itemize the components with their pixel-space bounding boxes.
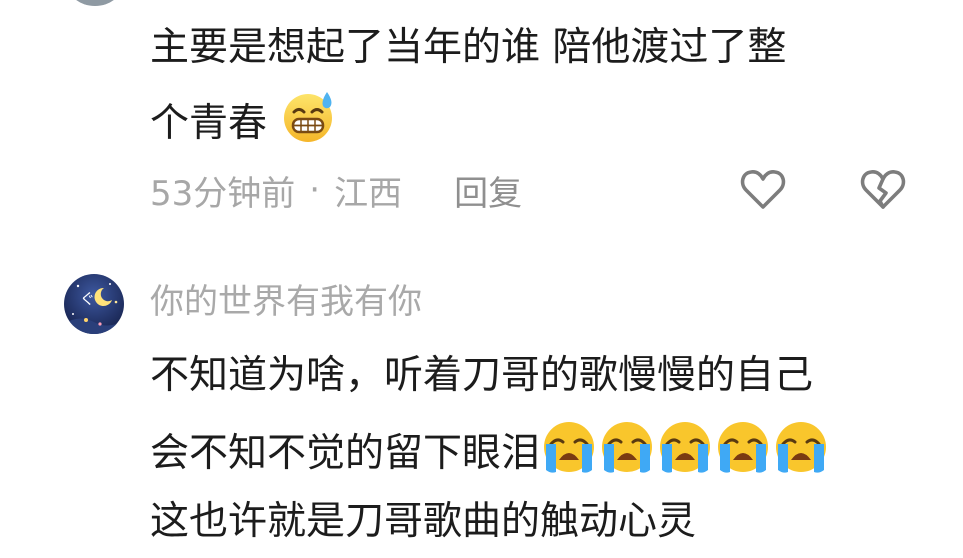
comment-feed: 主要是想起了当年的谁 陪他渡过了整 个青春 53分钟前 · 江西 回复 ぐ 你的… — [0, 0, 963, 558]
crying-emoji-group — [540, 422, 828, 476]
comment-meta: 53分钟前 · 江西 回复 — [150, 164, 522, 216]
comment-time: 53分钟前 — [150, 173, 296, 214]
avatar-lettering: ぐ — [80, 290, 95, 308]
loudly-crying-emoji-icon — [602, 422, 653, 473]
loudly-crying-emoji-icon — [660, 422, 711, 473]
meta-separator: · — [309, 170, 321, 210]
comment-location: 江西 — [334, 173, 403, 214]
comment-text-line: 主要是想起了当年的谁 陪他渡过了整 — [150, 25, 787, 70]
previous-commenter-avatar[interactable] — [66, 0, 124, 6]
comment-text: 个青春 — [150, 101, 268, 146]
comment-text-line: 会不知不觉的留下眼泪 — [150, 420, 828, 484]
loudly-crying-emoji-icon — [544, 422, 595, 473]
heart-outline-icon[interactable] — [738, 164, 788, 214]
broken-heart-icon[interactable] — [858, 164, 908, 214]
commenter-avatar[interactable]: ぐ — [64, 274, 124, 334]
loudly-crying-emoji-icon — [776, 422, 827, 473]
comment-text-line: 不知道为啥，听着刀哥的歌慢慢的自己 — [150, 353, 814, 398]
commenter-username[interactable]: 你的世界有我有你 — [150, 276, 422, 328]
comment-text-line: 这也许就是刀哥歌曲的触动心灵 — [150, 499, 697, 544]
reply-button[interactable]: 回复 — [454, 166, 522, 215]
comment-text-line: 个青春 — [150, 88, 337, 154]
comment-text: 会不知不觉的留下眼泪 — [150, 431, 541, 476]
sweat-grin-emoji-icon — [284, 92, 333, 142]
night-sky-avatar-icon: ぐ — [64, 274, 124, 334]
loudly-crying-emoji-icon — [718, 422, 769, 473]
